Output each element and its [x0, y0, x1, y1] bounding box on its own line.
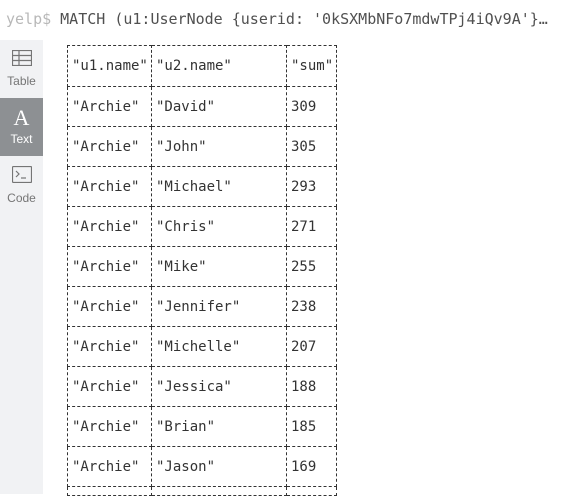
- table-cell: "Archie": [67, 206, 152, 247]
- table-cell: "Archie": [67, 326, 152, 367]
- table-cell: "Archie": [67, 446, 152, 487]
- table-cell: 293: [286, 166, 337, 207]
- table-cell: 305: [286, 126, 337, 167]
- table-cell: "Mike": [151, 246, 287, 287]
- table-cell: "Archie": [67, 406, 152, 447]
- sidebar-item-label: Code: [7, 190, 36, 205]
- table-row: "Archie" "Jennifer" 238: [67, 286, 337, 327]
- table-row: "Archie" "Mike" 255: [67, 246, 337, 287]
- table-cell: "Archie": [67, 286, 152, 327]
- column-header: "sum": [286, 45, 337, 87]
- table-cell: "Archie": [67, 166, 152, 207]
- column-header: "u2.name": [151, 45, 287, 87]
- table-icon: [11, 49, 32, 70]
- table-cell: "Jessica": [151, 366, 287, 407]
- table-cell: "Archie": [67, 246, 152, 287]
- table-cell: "Jason": [151, 446, 287, 487]
- table-cell: 188: [286, 366, 337, 407]
- sidebar-item-label: Table: [7, 74, 36, 88]
- table-header-row: "u1.name" "u2.name" "sum": [67, 45, 337, 87]
- prompt-label: yelp$: [6, 10, 52, 28]
- sidebar-item-text[interactable]: A Text: [0, 98, 43, 156]
- table-cell: 238: [286, 286, 337, 327]
- table-row: "Archie" "Jason" 169: [67, 446, 337, 487]
- table-cell: "Jennifer": [151, 286, 287, 327]
- table-row-partial: [67, 486, 337, 496]
- sidebar-item-label: Text: [10, 132, 33, 146]
- table-cell: [67, 486, 152, 496]
- table-row: "Archie" "David" 309: [67, 86, 337, 127]
- table-cell: [286, 486, 337, 496]
- text-icon: A: [13, 105, 30, 130]
- table-row: "Archie" "Chris" 271: [67, 206, 337, 247]
- table-cell: 169: [286, 446, 337, 487]
- table-row: "Archie" "Michael" 293: [67, 166, 337, 207]
- table-row: "Archie" "John" 305: [67, 126, 337, 167]
- table-cell: "Archie": [67, 366, 152, 407]
- table-cell: 271: [286, 206, 337, 247]
- table-cell: 207: [286, 326, 337, 367]
- column-header: "u1.name": [67, 45, 152, 87]
- table-cell: "John": [151, 126, 287, 167]
- query-text[interactable]: MATCH (u1:UserNode {userid: '0kSXMbNFo7m…: [60, 10, 548, 28]
- table-cell: 309: [286, 86, 337, 127]
- table-row: "Archie" "Michelle" 207: [67, 326, 337, 367]
- table-row: "Archie" "Jessica" 188: [67, 366, 337, 407]
- sidebar-item-table[interactable]: Table: [0, 40, 43, 98]
- table-cell: "David": [151, 86, 287, 127]
- table-row: "Archie" "Brian" 185: [67, 406, 337, 447]
- results-table: "u1.name" "u2.name" "sum" "Archie" "Davi…: [67, 45, 337, 496]
- table-cell: [151, 486, 287, 496]
- table-cell: "Archie": [67, 126, 152, 167]
- table-cell: "Chris": [151, 206, 287, 247]
- table-cell: "Michael": [151, 166, 287, 207]
- table-cell: 185: [286, 406, 337, 447]
- query-bar[interactable]: yelp$ MATCH (u1:UserNode {userid: '0kSXM…: [0, 0, 571, 38]
- table-cell: 255: [286, 246, 337, 287]
- table-cell: "Archie": [67, 86, 152, 127]
- results-table-container: "u1.name" "u2.name" "sum" "Archie" "Davi…: [67, 45, 337, 496]
- table-cell: "Brian": [151, 406, 287, 447]
- view-sidebar: Table A Text Code: [0, 40, 43, 494]
- sidebar-item-code[interactable]: Code: [0, 156, 43, 214]
- table-cell: "Michelle": [151, 326, 287, 367]
- code-icon: [11, 165, 32, 187]
